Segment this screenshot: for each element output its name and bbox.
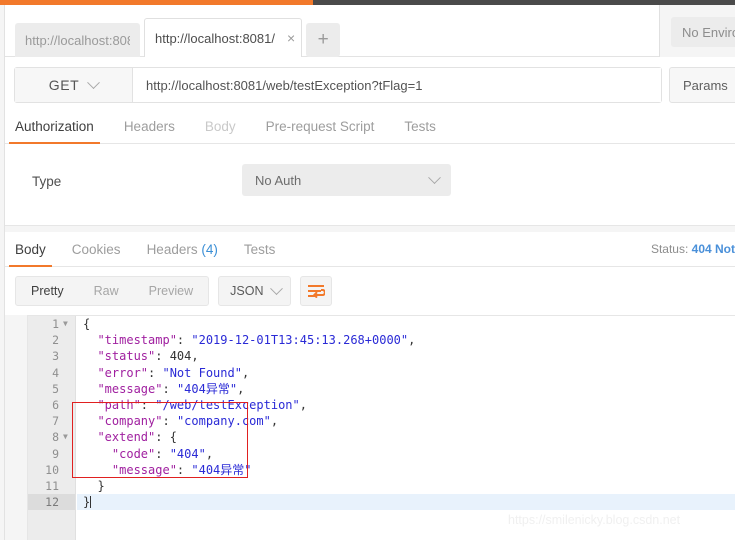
authorization-panel: Type No Auth — [5, 144, 735, 226]
request-tabs-row: http://localhost:8081/web/t http://local… — [15, 18, 341, 57]
line-number: 3▼ — [52, 349, 59, 364]
tab-tests[interactable]: Tests — [404, 119, 436, 143]
params-button-label: Params — [683, 77, 728, 93]
status-value: 404 Not — [691, 242, 735, 256]
tab-pre-request-script[interactable]: Pre-request Script — [266, 119, 375, 143]
response-tab-tests-label: Tests — [243, 242, 276, 257]
line-number: 6▼ — [52, 398, 59, 413]
response-tab-headers-label: Headers — [146, 242, 198, 257]
code-line: } — [83, 478, 105, 493]
params-button[interactable]: Params — [669, 67, 735, 103]
code-line: "message": "404异常" — [83, 462, 252, 477]
response-tab-headers[interactable]: Headers (4) — [147, 242, 218, 266]
line-number: 2▼ — [52, 333, 59, 348]
auth-type-label: Type — [32, 174, 62, 189]
status-label: Status: — [650, 242, 689, 256]
code-line: { — [83, 317, 91, 331]
request-tab-bar: http://localhost:8081/web/t http://local… — [5, 5, 735, 57]
tab-authorization-label: Authorization — [15, 119, 94, 134]
request-tab-1[interactable]: http://localhost:8081/ × — [144, 18, 303, 57]
http-method-label: GET — [48, 77, 80, 93]
response-tab-body[interactable]: Body — [9, 242, 52, 267]
url-bar: GET http://localhost:8081/web/testExcept… — [5, 57, 735, 112]
request-tab-0-label: http://localhost:8081/web/t — [25, 32, 130, 48]
tab-headers[interactable]: Headers — [124, 119, 175, 143]
code-line: "extend": { — [83, 430, 177, 445]
view-mode-pretty[interactable]: Pretty — [16, 277, 79, 305]
line-number: 11▼ — [45, 478, 59, 493]
fold-arrow-icon[interactable]: ▼ — [63, 433, 71, 441]
code-line: "error": "Not Found", — [83, 365, 250, 380]
line-number: 9▼ — [52, 446, 59, 461]
code-line: } — [77, 494, 735, 511]
chevron-down-icon — [428, 170, 441, 184]
environment-select-label: No Environm — [682, 24, 735, 40]
tab-tests-label: Tests — [404, 119, 436, 134]
text-caret — [90, 496, 92, 509]
line-number: 8 ▼ — [28, 429, 75, 445]
response-section-tabs: Body Cookies Headers (4) Tests Status: 4… — [5, 232, 735, 267]
response-headers-count: (4) — [201, 242, 218, 257]
response-format-select[interactable]: JSON — [218, 276, 292, 306]
url-input[interactable]: http://localhost:8081/web/testException?… — [133, 68, 661, 102]
view-mode-preview[interactable]: Preview — [134, 277, 208, 305]
line-number-gutter: 1▼2▼3▼4▼5▼ 6▼7▼8▼9▼10▼11▼12▼ — [28, 316, 76, 540]
tab-body[interactable]: Body — [205, 119, 236, 143]
auth-type-value: No Auth — [255, 172, 302, 188]
close-icon[interactable]: × — [287, 31, 295, 45]
code-line: "path": "/web/testException", — [83, 397, 307, 412]
request-tab-1-label: http://localhost:8081/ — [155, 30, 275, 46]
response-body-editor[interactable]: 1▼2▼3▼4▼5▼ 6▼7▼8▼9▼10▼11▼12▼ { "timestamp… — [27, 315, 735, 540]
add-tab-icon[interactable]: + — [306, 23, 341, 57]
code-line: "code": "404", — [83, 446, 214, 461]
response-tab-cookies[interactable]: Cookies — [72, 242, 121, 266]
tab-authorization[interactable]: Authorization — [9, 119, 100, 144]
view-mode-group: Pretty Raw Preview — [15, 276, 210, 306]
word-wrap-icon[interactable] — [300, 276, 333, 306]
chevron-down-icon — [87, 75, 101, 89]
line-number: 7▼ — [52, 414, 59, 429]
response-format-label: JSON — [230, 284, 264, 298]
response-tab-body-label: Body — [15, 242, 46, 257]
environment-selector-wrap: No Environm — [671, 17, 735, 47]
postman-window: http://localhost:8081/web/t http://local… — [0, 0, 735, 540]
response-view-toolbar: Pretty Raw Preview JSON — [5, 267, 735, 315]
line-number: 4▼ — [52, 365, 59, 380]
code-line: "message": "404异常", — [83, 381, 245, 396]
response-tab-tests[interactable]: Tests — [244, 242, 276, 266]
environment-select[interactable]: No Environm — [671, 17, 735, 47]
code-line: "company": "company.com", — [83, 414, 279, 429]
line-number: 1 ▼ — [28, 316, 75, 332]
line-number: 12▼ — [28, 494, 75, 511]
http-method-select[interactable]: GET — [15, 68, 133, 102]
status-badge: Status: 404 Not — [651, 242, 735, 256]
watermark: https://smilenicky.blog.csdn.net — [508, 513, 681, 527]
view-mode-raw[interactable]: Raw — [79, 277, 134, 305]
line-number: 10▼ — [45, 462, 59, 477]
code-line: "status": 404, — [83, 349, 199, 364]
auth-type-select[interactable]: No Auth — [242, 164, 451, 196]
code-area[interactable]: { "timestamp": "2019-12-01T13:45:13.268+… — [77, 316, 735, 540]
code-line: "timestamp": "2019-12-01T13:45:13.268+00… — [83, 333, 416, 348]
url-input-group: GET http://localhost:8081/web/testExcept… — [14, 67, 662, 103]
response-tab-cookies-label: Cookies — [71, 242, 121, 257]
tab-headers-label: Headers — [123, 119, 175, 134]
request-section-tabs: Authorization Headers Body Pre-request S… — [5, 112, 735, 144]
tab-body-label: Body — [204, 119, 236, 134]
fold-arrow-icon[interactable]: ▼ — [63, 320, 71, 328]
tab-pre-request-script-label: Pre-request Script — [265, 119, 375, 134]
request-tab-0[interactable]: http://localhost:8081/web/t — [15, 23, 140, 57]
chevron-down-icon — [270, 281, 284, 295]
line-number: 5▼ — [52, 381, 59, 396]
